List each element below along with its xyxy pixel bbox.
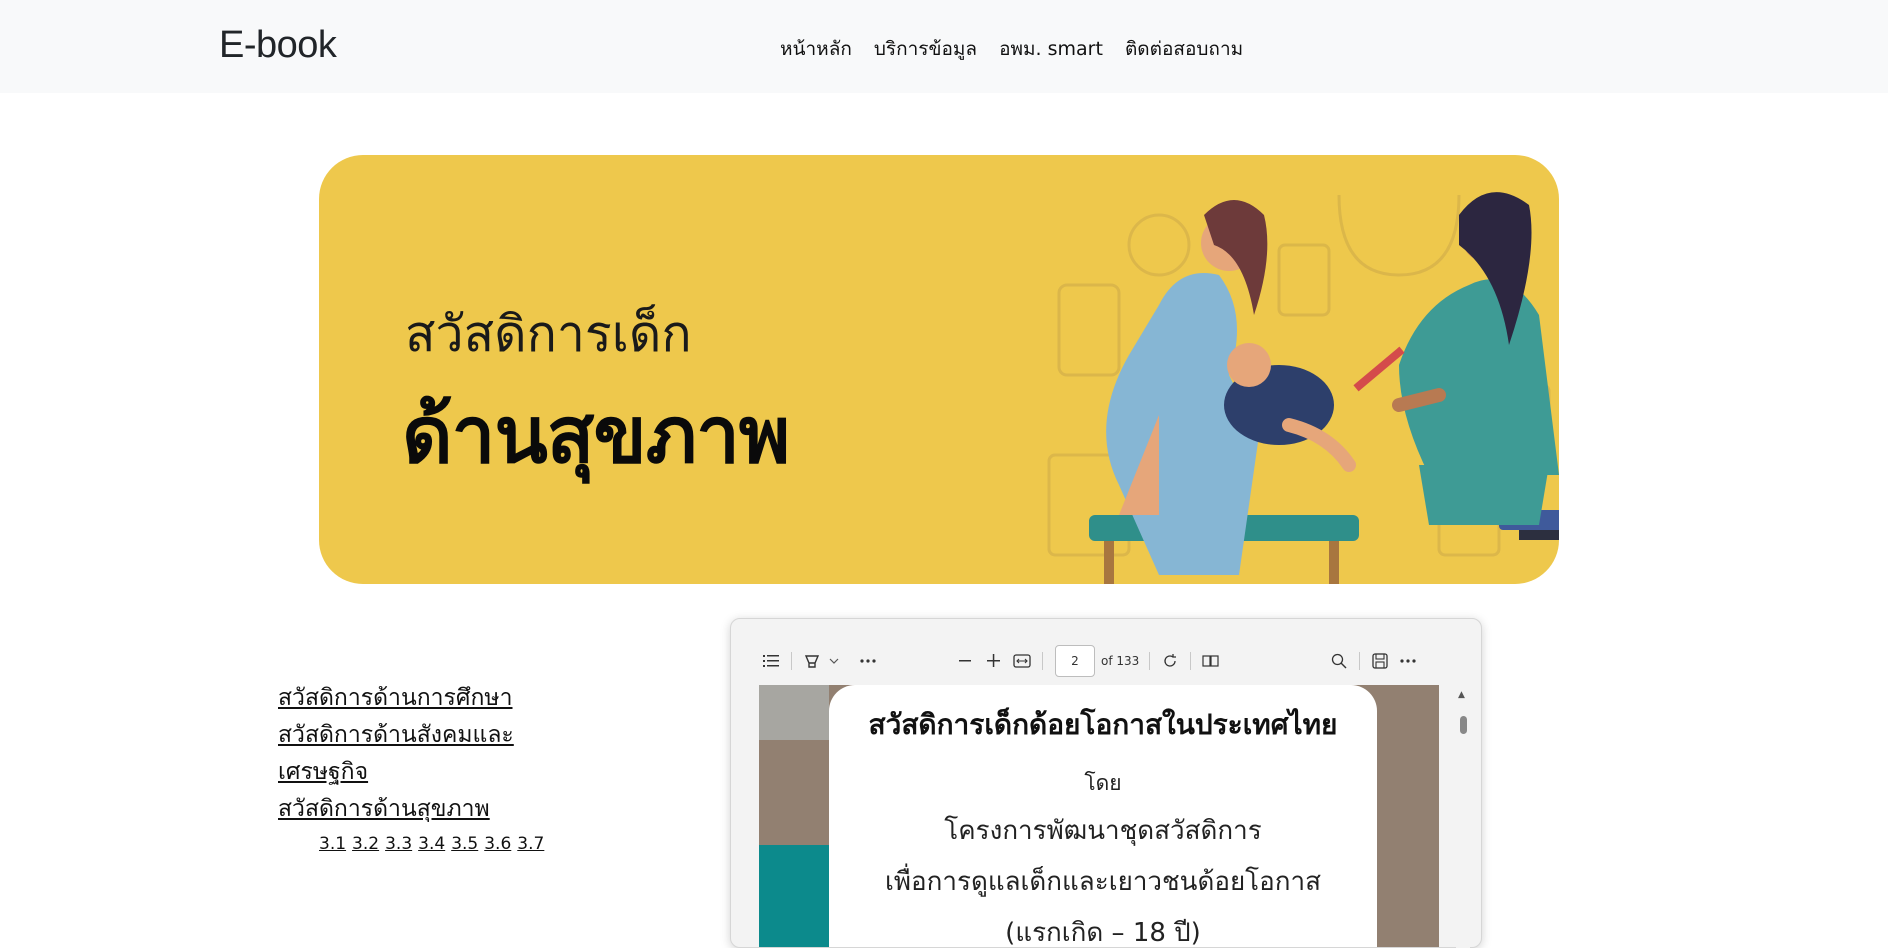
page-decor-grey <box>759 685 829 740</box>
health-subsection-links: 3.1 3.2 3.3 3.4 3.5 3.6 3.7 <box>319 832 544 856</box>
toolbar-divider <box>1359 652 1361 670</box>
pdf-page-content: สวัสดิการเด็กด้อยโอกาสในประเทศไทย โดย โค… <box>829 685 1377 948</box>
brand-logo[interactable]: E-book <box>219 24 337 67</box>
pdf-scrollbar[interactable]: ▲ <box>1456 688 1470 948</box>
fit-width-icon[interactable] <box>1008 647 1036 675</box>
doc-line-3: (แรกเกิด – 18 ปี) <box>1005 918 1201 948</box>
link-section-3-5[interactable]: 3.5 <box>451 832 478 856</box>
zoom-out-icon[interactable] <box>952 647 980 675</box>
highlight-icon[interactable] <box>798 647 826 675</box>
nav-link-home[interactable]: หน้าหลัก <box>780 34 852 64</box>
link-section-3-1[interactable]: 3.1 <box>319 832 346 856</box>
search-icon[interactable] <box>1325 647 1353 675</box>
chevron-down-icon[interactable] <box>826 647 842 675</box>
page-total-label: of 133 <box>1101 654 1140 668</box>
toolbar-divider <box>1042 652 1043 670</box>
link-section-3-6[interactable]: 3.6 <box>484 832 511 856</box>
rotate-icon[interactable] <box>1156 647 1184 675</box>
pdf-page-area[interactable]: สวัสดิการเด็กด้อยโอกาสในประเทศไทย โดย โค… <box>759 685 1439 948</box>
doc-heading: สวัสดิการเด็กด้อยโอกาสในประเทศไทย <box>868 708 1338 741</box>
nav-link-contact[interactable]: ติดต่อสอบถาม <box>1125 34 1243 64</box>
nav-menu: หน้าหลัก บริการข้อมูล อพม. smart ติดต่อส… <box>780 34 1243 64</box>
link-education-welfare[interactable]: สวัสดิการด้านการศึกษา <box>278 680 538 717</box>
nav-link-data-service[interactable]: บริการข้อมูล <box>874 34 977 64</box>
banner-illustration <box>1047 192 1559 584</box>
save-icon[interactable] <box>1366 647 1394 675</box>
pdf-viewer: 2 of 133 สวัสดิการเด็กด้อยโอกาสในประเทศไ… <box>730 618 1482 948</box>
more-options-icon[interactable] <box>854 647 882 675</box>
pdf-toolbar: 2 of 133 <box>757 641 1457 681</box>
link-section-3-4[interactable]: 3.4 <box>418 832 445 856</box>
link-section-3-7[interactable]: 3.7 <box>517 832 544 856</box>
hero-banner: สวัสดิการเด็ก ด้านสุขภาพ <box>319 155 1559 584</box>
banner-title-small: สวัสดิการเด็ก <box>405 305 692 363</box>
link-section-3-3[interactable]: 3.3 <box>385 832 412 856</box>
scroll-thumb[interactable] <box>1460 716 1467 734</box>
scroll-up-arrow-icon[interactable]: ▲ <box>1458 690 1465 700</box>
contents-icon[interactable] <box>757 647 785 675</box>
page-number-input[interactable]: 2 <box>1055 645 1095 677</box>
navbar: E-book หน้าหลัก บริการข้อมูล อพม. smart … <box>0 0 1888 93</box>
more-options-icon[interactable] <box>1394 647 1422 675</box>
toolbar-divider <box>1149 652 1151 670</box>
page-view-icon[interactable] <box>1197 647 1225 675</box>
doc-by: โดย <box>1084 771 1122 795</box>
banner-title-big: ด้านสุขภาพ <box>402 391 790 481</box>
zoom-in-icon[interactable] <box>980 647 1008 675</box>
nav-link-smart[interactable]: อพม. smart <box>999 34 1103 64</box>
link-section-3-2[interactable]: 3.2 <box>352 832 379 856</box>
doc-line-1: โครงการพัฒนาชุดสวัสดิการ <box>944 816 1262 846</box>
toolbar-divider <box>1190 652 1192 670</box>
toolbar-divider <box>791 652 792 670</box>
category-links: สวัสดิการด้านการศึกษา สวัสดิการด้านสังคม… <box>278 680 544 856</box>
link-health-welfare[interactable]: สวัสดิการด้านสุขภาพ <box>278 791 538 828</box>
link-social-economic-welfare[interactable]: สวัสดิการด้านสังคมและเศรษฐกิจ <box>278 717 538 791</box>
doc-line-2: เพื่อการดูแลเด็กและเยาวชนด้อยโอกาส <box>885 867 1321 897</box>
